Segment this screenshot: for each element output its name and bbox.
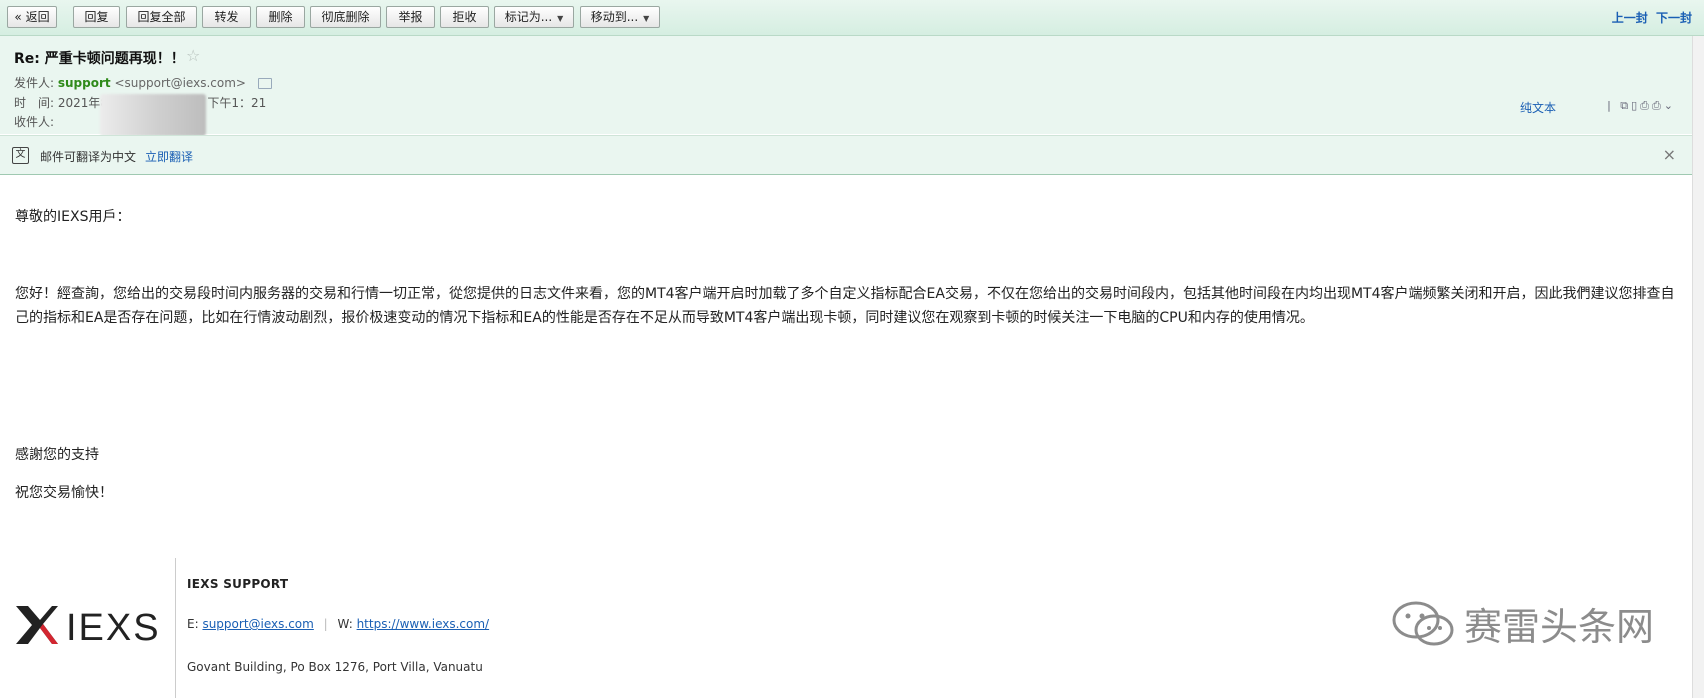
- view-options-icons[interactable]: | ⧉▯⎙⎙⌄: [1607, 99, 1676, 113]
- plain-text-link[interactable]: 纯文本: [1520, 99, 1556, 116]
- sender-name[interactable]: support: [58, 76, 111, 90]
- scrollbar[interactable]: [1692, 36, 1704, 698]
- sender-row: 发件人: support <support@iexs.com>: [14, 74, 272, 91]
- forward-button[interactable]: 转发: [202, 6, 251, 28]
- signature-title: IEXS SUPPORT: [187, 577, 289, 591]
- reject-button[interactable]: 拒收: [440, 6, 489, 28]
- mail-header: Re: 严重卡顿问题再现！！ ☆ 发件人: support <support@i…: [0, 36, 1704, 136]
- sender-email: <support@iexs.com>: [114, 76, 246, 90]
- reply-all-button[interactable]: 回复全部: [126, 6, 197, 28]
- recipient-label: 收件人:: [14, 115, 55, 129]
- pager: 上一封 下一封: [1608, 9, 1692, 26]
- iexs-logo: IEXS: [16, 606, 161, 649]
- signature-address: Govant Building, Po Box 1276, Port Villa…: [187, 660, 483, 674]
- add-contact-icon[interactable]: [257, 78, 272, 89]
- mark-as-label: 标记为...: [504, 10, 553, 24]
- translate-bar: 文 邮件可翻译为中文 立即翻译 ×: [0, 135, 1704, 175]
- thanks-line: 感謝您的支持: [15, 447, 99, 463]
- chevron-down-icon: ▼: [643, 14, 650, 23]
- redacted-recipient: [100, 94, 206, 136]
- translate-now-link[interactable]: 立即翻译: [145, 148, 193, 165]
- move-to-label: 移动到...: [590, 10, 639, 24]
- mail-subject: Re: 严重卡顿问题再现！！: [14, 51, 185, 67]
- translate-icon: 文: [12, 147, 29, 164]
- time-label: 时 间:: [14, 96, 55, 110]
- wechat-icon: [1392, 601, 1454, 646]
- recipient-row: 收件人:: [14, 113, 54, 130]
- close-icon[interactable]: ×: [1663, 145, 1676, 164]
- separator: |: [323, 617, 328, 631]
- web-label: W:: [337, 617, 353, 631]
- back-button[interactable]: « 返回: [7, 6, 57, 28]
- prev-mail-link[interactable]: 上一封: [1612, 11, 1648, 25]
- next-mail-link[interactable]: 下一封: [1656, 11, 1692, 25]
- move-to-dropdown[interactable]: 移动到... ▼: [580, 6, 660, 28]
- star-icon[interactable]: ☆: [186, 46, 200, 65]
- translate-notice: 邮件可翻译为中文: [40, 150, 137, 164]
- mark-as-dropdown[interactable]: 标记为... ▼: [494, 6, 574, 28]
- sender-label: 发件人:: [14, 76, 55, 90]
- signature-contact: E: support@iexs.com | W: https://www.iex…: [187, 617, 489, 631]
- watermark-text: 赛雷头条网: [1463, 604, 1654, 649]
- email-label: E:: [187, 617, 199, 631]
- delete-button[interactable]: 删除: [256, 6, 305, 28]
- watermark: 赛雷头条网: [1390, 598, 1654, 649]
- body-paragraph: 您好！經查詢，您给出的交易段时间内服务器的交易和行情一切正常，從您提供的日志文件…: [15, 286, 1675, 326]
- wish-line: 祝您交易愉快！: [15, 485, 113, 501]
- greeting: 尊敬的IEXS用戶：: [15, 209, 131, 225]
- toolbar: « 返回 回复 回复全部 转发 删除 彻底删除 举报 拒收 标记为... ▼ 移动…: [0, 0, 1704, 36]
- report-button[interactable]: 举报: [386, 6, 435, 28]
- delete-forever-button[interactable]: 彻底删除: [310, 6, 381, 28]
- website-link[interactable]: https://www.iexs.com/: [357, 617, 490, 631]
- chevron-down-icon: ▼: [557, 14, 564, 23]
- support-email-link[interactable]: support@iexs.com: [202, 617, 313, 631]
- logo-text: IEXS: [66, 607, 161, 649]
- signature-divider: [175, 558, 176, 698]
- reply-button[interactable]: 回复: [73, 6, 120, 28]
